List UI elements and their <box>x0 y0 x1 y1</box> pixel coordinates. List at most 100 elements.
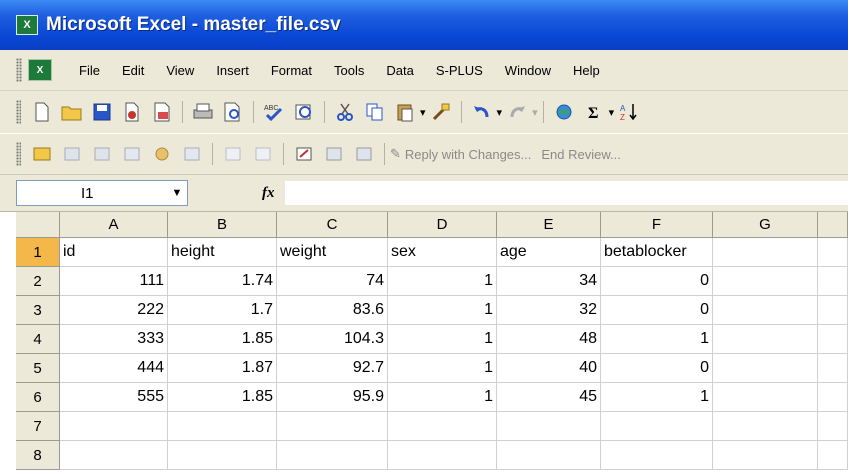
cut-icon[interactable] <box>333 100 357 124</box>
cell-d2[interactable]: 1 <box>388 267 497 296</box>
sort-ascending-icon[interactable]: AZ <box>617 100 641 124</box>
paste-icon[interactable] <box>393 100 417 124</box>
review-icon-9[interactable] <box>292 142 316 166</box>
cell-a4[interactable]: 333 <box>60 325 168 354</box>
formula-input[interactable] <box>284 181 848 205</box>
menu-view[interactable]: View <box>155 63 205 78</box>
cell-d8[interactable] <box>388 441 497 470</box>
reply-with-changes-button[interactable]: Reply with Changes... <box>405 147 531 162</box>
menu-insert[interactable]: Insert <box>205 63 260 78</box>
column-header-g[interactable]: G <box>713 212 818 238</box>
cell-f2[interactable]: 0 <box>601 267 713 296</box>
cell-overflow-8[interactable] <box>818 441 848 470</box>
cell-g6[interactable] <box>713 383 818 412</box>
cell-a6[interactable]: 555 <box>60 383 168 412</box>
document-icon[interactable]: X <box>28 59 52 81</box>
cell-f3[interactable]: 0 <box>601 296 713 325</box>
cell-b8[interactable] <box>168 441 277 470</box>
cell-a8[interactable] <box>60 441 168 470</box>
row-header-5[interactable]: 5 <box>16 354 60 383</box>
cell-g1[interactable] <box>713 238 818 267</box>
cell-overflow-4[interactable] <box>818 325 848 354</box>
insert-function-icon[interactable]: fx <box>262 185 275 202</box>
toolbar-grip-handle[interactable] <box>16 100 21 124</box>
column-header-b[interactable]: B <box>168 212 277 238</box>
row-header-1[interactable]: 1 <box>16 238 60 267</box>
cell-a5[interactable]: 444 <box>60 354 168 383</box>
cell-e2[interactable]: 34 <box>497 267 601 296</box>
cell-c7[interactable] <box>277 412 388 441</box>
cell-c8[interactable] <box>277 441 388 470</box>
cell-b4[interactable]: 1.85 <box>168 325 277 354</box>
cell-c5[interactable]: 92.7 <box>277 354 388 383</box>
undo-dropdown-icon[interactable]: ▾ <box>497 106 503 119</box>
menu-splus[interactable]: S-PLUS <box>425 63 494 78</box>
cell-overflow-5[interactable] <box>818 354 848 383</box>
review-icon-8[interactable] <box>251 142 275 166</box>
cell-overflow-1[interactable] <box>818 238 848 267</box>
hyperlink-icon[interactable] <box>552 100 576 124</box>
cell-g7[interactable] <box>713 412 818 441</box>
cell-g4[interactable] <box>713 325 818 354</box>
print-icon[interactable] <box>191 100 215 124</box>
cell-e4[interactable]: 48 <box>497 325 601 354</box>
cell-d1[interactable]: sex <box>388 238 497 267</box>
cell-g8[interactable] <box>713 441 818 470</box>
new-icon[interactable] <box>30 100 54 124</box>
review-icon-3[interactable] <box>90 142 114 166</box>
cell-f4[interactable]: 1 <box>601 325 713 354</box>
permission-icon[interactable] <box>120 100 144 124</box>
name-box[interactable]: I1 ▼ <box>16 180 188 206</box>
review-icon-5[interactable] <box>150 142 174 166</box>
cell-e8[interactable] <box>497 441 601 470</box>
print-preview-icon[interactable] <box>221 100 245 124</box>
menu-grip-handle[interactable] <box>16 58 22 82</box>
copy-icon[interactable] <box>363 100 387 124</box>
review-icon-2[interactable] <box>60 142 84 166</box>
chevron-down-icon[interactable]: ▼ <box>167 181 187 205</box>
cell-a2[interactable]: 111 <box>60 267 168 296</box>
cell-e7[interactable] <box>497 412 601 441</box>
menu-tools[interactable]: Tools <box>323 63 375 78</box>
research-icon[interactable] <box>292 100 316 124</box>
review-icon-10[interactable] <box>322 142 346 166</box>
cell-c4[interactable]: 104.3 <box>277 325 388 354</box>
undo-icon[interactable] <box>470 100 494 124</box>
cell-d7[interactable] <box>388 412 497 441</box>
row-header-6[interactable]: 6 <box>16 383 60 412</box>
cell-b2[interactable]: 1.74 <box>168 267 277 296</box>
select-all-corner[interactable] <box>16 212 60 238</box>
excel-app-icon[interactable]: X <box>16 15 38 35</box>
cell-c2[interactable]: 74 <box>277 267 388 296</box>
cell-f5[interactable]: 0 <box>601 354 713 383</box>
format-painter-icon[interactable] <box>429 100 453 124</box>
row-header-3[interactable]: 3 <box>16 296 60 325</box>
title-bar[interactable]: X Microsoft Excel - master_file.csv <box>0 0 848 50</box>
open-icon[interactable] <box>60 100 84 124</box>
cell-e6[interactable]: 45 <box>497 383 601 412</box>
cell-b5[interactable]: 1.87 <box>168 354 277 383</box>
paste-dropdown-icon[interactable]: ▾ <box>420 106 426 119</box>
row-header-4[interactable]: 4 <box>16 325 60 354</box>
end-review-button[interactable]: End Review... <box>541 147 621 162</box>
review-icon-7[interactable] <box>221 142 245 166</box>
save-icon[interactable] <box>90 100 114 124</box>
cell-d4[interactable]: 1 <box>388 325 497 354</box>
cell-f6[interactable]: 1 <box>601 383 713 412</box>
column-header-f[interactable]: F <box>601 212 713 238</box>
cell-f1[interactable]: betablocker <box>601 238 713 267</box>
column-header-a[interactable]: A <box>60 212 168 238</box>
cell-c1[interactable]: weight <box>277 238 388 267</box>
menu-data[interactable]: Data <box>375 63 424 78</box>
review-icon-4[interactable] <box>120 142 144 166</box>
column-header-c[interactable]: C <box>277 212 388 238</box>
redo-icon[interactable] <box>505 100 529 124</box>
cell-g2[interactable] <box>713 267 818 296</box>
cell-b1[interactable]: height <box>168 238 277 267</box>
cell-overflow-6[interactable] <box>818 383 848 412</box>
menu-window[interactable]: Window <box>494 63 562 78</box>
row-header-8[interactable]: 8 <box>16 441 60 470</box>
column-header-overflow[interactable] <box>818 212 848 238</box>
spelling-icon[interactable]: ABC <box>262 100 286 124</box>
cell-b7[interactable] <box>168 412 277 441</box>
